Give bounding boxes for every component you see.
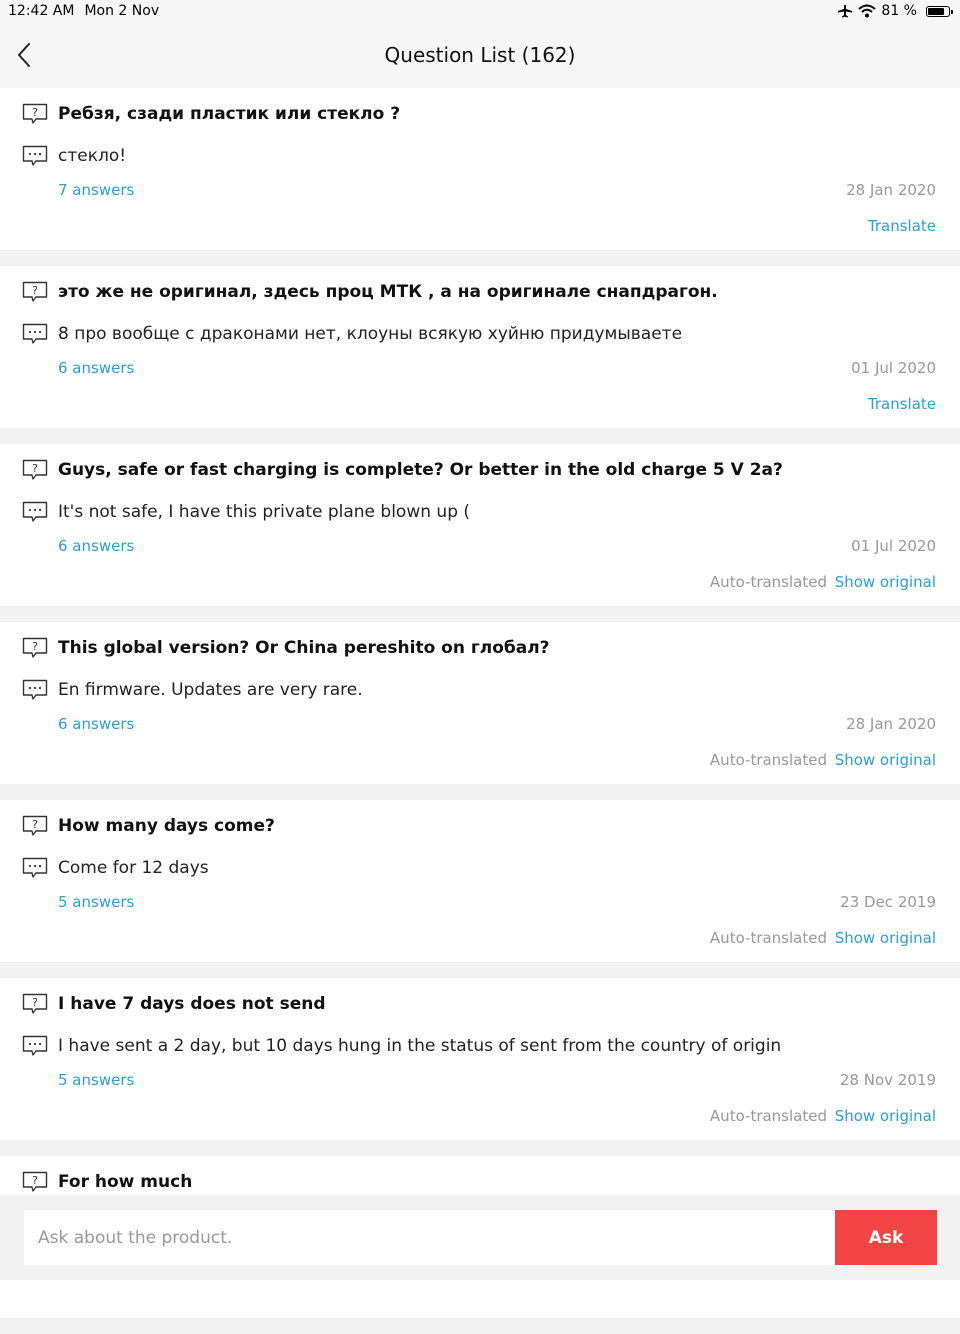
ask-input[interactable]	[24, 1210, 836, 1265]
answer-icon	[22, 501, 48, 522]
question-text: Ребзя, сзади пластик или стекло ?	[58, 104, 401, 124]
question-card: ? I have 7 days does not send I have sen…	[0, 978, 960, 1140]
question-date: 23 Dec 2019	[840, 893, 936, 911]
answers-count-link[interactable]: 6 answers	[58, 537, 134, 555]
svg-text:?: ?	[32, 462, 38, 475]
ask-bar: Ask	[0, 1195, 960, 1280]
answer-icon	[22, 1035, 48, 1056]
status-time-date: 12:42 AM Mon 2 Nov	[8, 3, 169, 19]
question-date: 28 Jan 2020	[846, 715, 936, 733]
svg-text:?: ?	[32, 818, 38, 831]
status-bar: 12:42 AM Mon 2 Nov 81 %	[0, 0, 960, 24]
question-text: I have 7 days does not send	[58, 994, 326, 1014]
question-card: ? Guys, safe or fast charging is complet…	[0, 444, 960, 606]
battery-icon	[926, 5, 953, 17]
answer-text: стекло!	[58, 146, 127, 166]
answer-text: Come for 12 days	[58, 858, 209, 878]
question-icon: ?	[22, 459, 48, 480]
question-date: 01 Jul 2020	[851, 359, 936, 377]
status-indicators: 81 %	[837, 3, 953, 19]
question-text: For how much	[58, 1172, 193, 1192]
question-icon: ?	[22, 993, 48, 1014]
ask-button[interactable]: Ask	[835, 1210, 937, 1265]
page-title: Question List (162)	[384, 43, 576, 67]
question-card: ? How many days come? Come for 12 days 5…	[0, 800, 960, 962]
svg-text:?: ?	[32, 996, 38, 1009]
question-icon: ?	[22, 103, 48, 124]
question-date: 28 Jan 2020	[846, 181, 936, 199]
translate-link[interactable]: Translate	[868, 217, 936, 235]
svg-text:?: ?	[32, 284, 38, 297]
svg-text:?: ?	[32, 1174, 38, 1187]
answers-count-link[interactable]: 7 answers	[58, 181, 134, 199]
answer-icon	[22, 679, 48, 700]
translate-link[interactable]: Translate	[868, 395, 936, 413]
show-original-link[interactable]: Show original	[835, 929, 936, 947]
airplane-icon	[838, 4, 853, 18]
answers-count-link[interactable]: 6 answers	[58, 359, 134, 377]
question-text: This global version? Or China pereshito …	[58, 638, 550, 658]
question-text: это же не оригинал, здесь проц МТК , а н…	[58, 282, 718, 302]
answer-icon	[22, 145, 48, 166]
svg-text:?: ?	[32, 640, 38, 653]
wifi-icon	[858, 4, 877, 18]
auto-translated-label: Auto-translated	[709, 573, 827, 591]
navigation-bar: Question List (162)	[0, 24, 960, 88]
question-list: ? Ребзя, сзади пластик или стекло ? стек…	[0, 88, 960, 1334]
svg-text:?: ?	[32, 106, 38, 119]
show-original-link[interactable]: Show original	[835, 573, 936, 591]
question-icon: ?	[22, 281, 48, 302]
answers-count-link[interactable]: 6 answers	[58, 715, 134, 733]
answer-icon	[22, 857, 48, 878]
question-icon: ?	[22, 815, 48, 836]
answer-text: En firmware. Updates are very rare.	[58, 680, 363, 700]
auto-translated-label: Auto-translated	[709, 929, 827, 947]
answers-count-link[interactable]: 5 answers	[58, 1071, 134, 1089]
answer-text: It's not safe, I have this private plane…	[58, 502, 471, 522]
answer-text: I have sent a 2 day, but 10 days hung in…	[58, 1036, 782, 1056]
answers-count-link[interactable]: 5 answers	[58, 893, 134, 911]
question-date: 01 Jul 2020	[851, 537, 936, 555]
auto-translated-label: Auto-translated	[709, 1107, 827, 1125]
answer-text: 8 про вообще с драконами нет, клоуны вся…	[58, 324, 683, 344]
battery-percent: 81 %	[881, 3, 917, 19]
question-icon: ?	[22, 637, 48, 658]
answer-icon	[22, 323, 48, 344]
status-time: 12:42 AM	[8, 3, 75, 19]
question-icon: ?	[22, 1171, 48, 1192]
question-text: Guys, safe or fast charging is complete?…	[58, 460, 783, 480]
question-card: ? This global version? Or China pereshit…	[0, 622, 960, 784]
show-original-link[interactable]: Show original	[835, 1107, 936, 1125]
question-date: 28 Nov 2019	[839, 1071, 936, 1089]
question-card: ? это же не оригинал, здесь проц МТК , а…	[0, 266, 960, 428]
auto-translated-label: Auto-translated	[709, 751, 827, 769]
question-card: ? Ребзя, сзади пластик или стекло ? стек…	[0, 88, 960, 250]
show-original-link[interactable]: Show original	[835, 751, 936, 769]
question-text: How many days come?	[58, 816, 275, 836]
status-date: Mon 2 Nov	[84, 3, 160, 19]
